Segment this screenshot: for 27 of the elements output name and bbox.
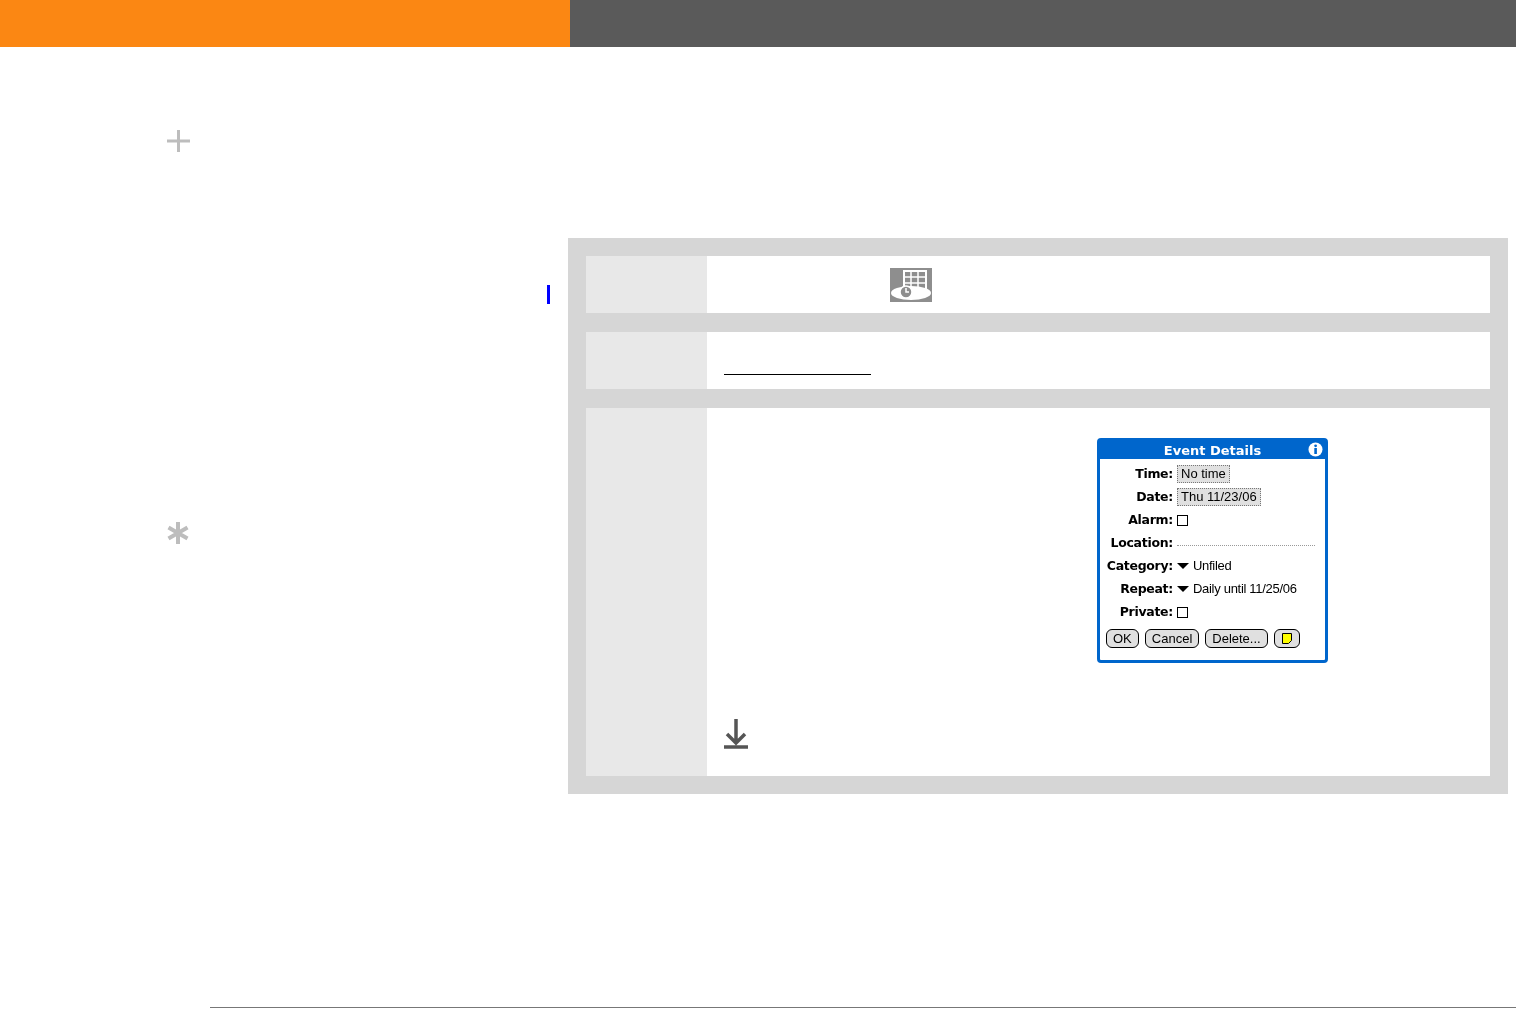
- dialog-button[interactable]: Cancel: [1144, 629, 1200, 648]
- caret-icon: [1177, 563, 1189, 569]
- field-label: Time:: [1134, 464, 1174, 483]
- dropdown[interactable]: Unfiled: [1177, 556, 1232, 576]
- checkbox[interactable]: [1177, 514, 1188, 526]
- download-arrow-icon: [724, 719, 748, 749]
- plus-icon: [167, 130, 190, 152]
- field-label: Location:: [1109, 533, 1174, 552]
- note-button[interactable]: [1273, 629, 1300, 648]
- dropdown[interactable]: Daily until 11/25/06: [1177, 579, 1297, 599]
- field-label: Category:: [1105, 556, 1174, 575]
- checkbox[interactable]: [1177, 606, 1188, 618]
- field-label: Alarm:: [1127, 510, 1174, 529]
- selector-trigger[interactable]: Thu 11/23/06: [1177, 488, 1261, 506]
- selector-trigger[interactable]: No time: [1177, 465, 1230, 483]
- text-cursor: [547, 285, 550, 304]
- asterisk-icon: [167, 522, 189, 544]
- field-label: Date:: [1135, 487, 1174, 506]
- note-icon: [1281, 633, 1292, 644]
- dialog-button[interactable]: OK: [1106, 629, 1139, 648]
- dialog-button[interactable]: Delete...: [1205, 629, 1268, 648]
- info-icon[interactable]: [1308, 442, 1323, 457]
- caret-icon: [1177, 586, 1189, 592]
- field-label: Repeat:: [1119, 579, 1174, 598]
- dialog-title: Event Details: [1163, 443, 1262, 457]
- calendar-clock-icon: [890, 268, 932, 302]
- field-label: Private:: [1118, 602, 1174, 621]
